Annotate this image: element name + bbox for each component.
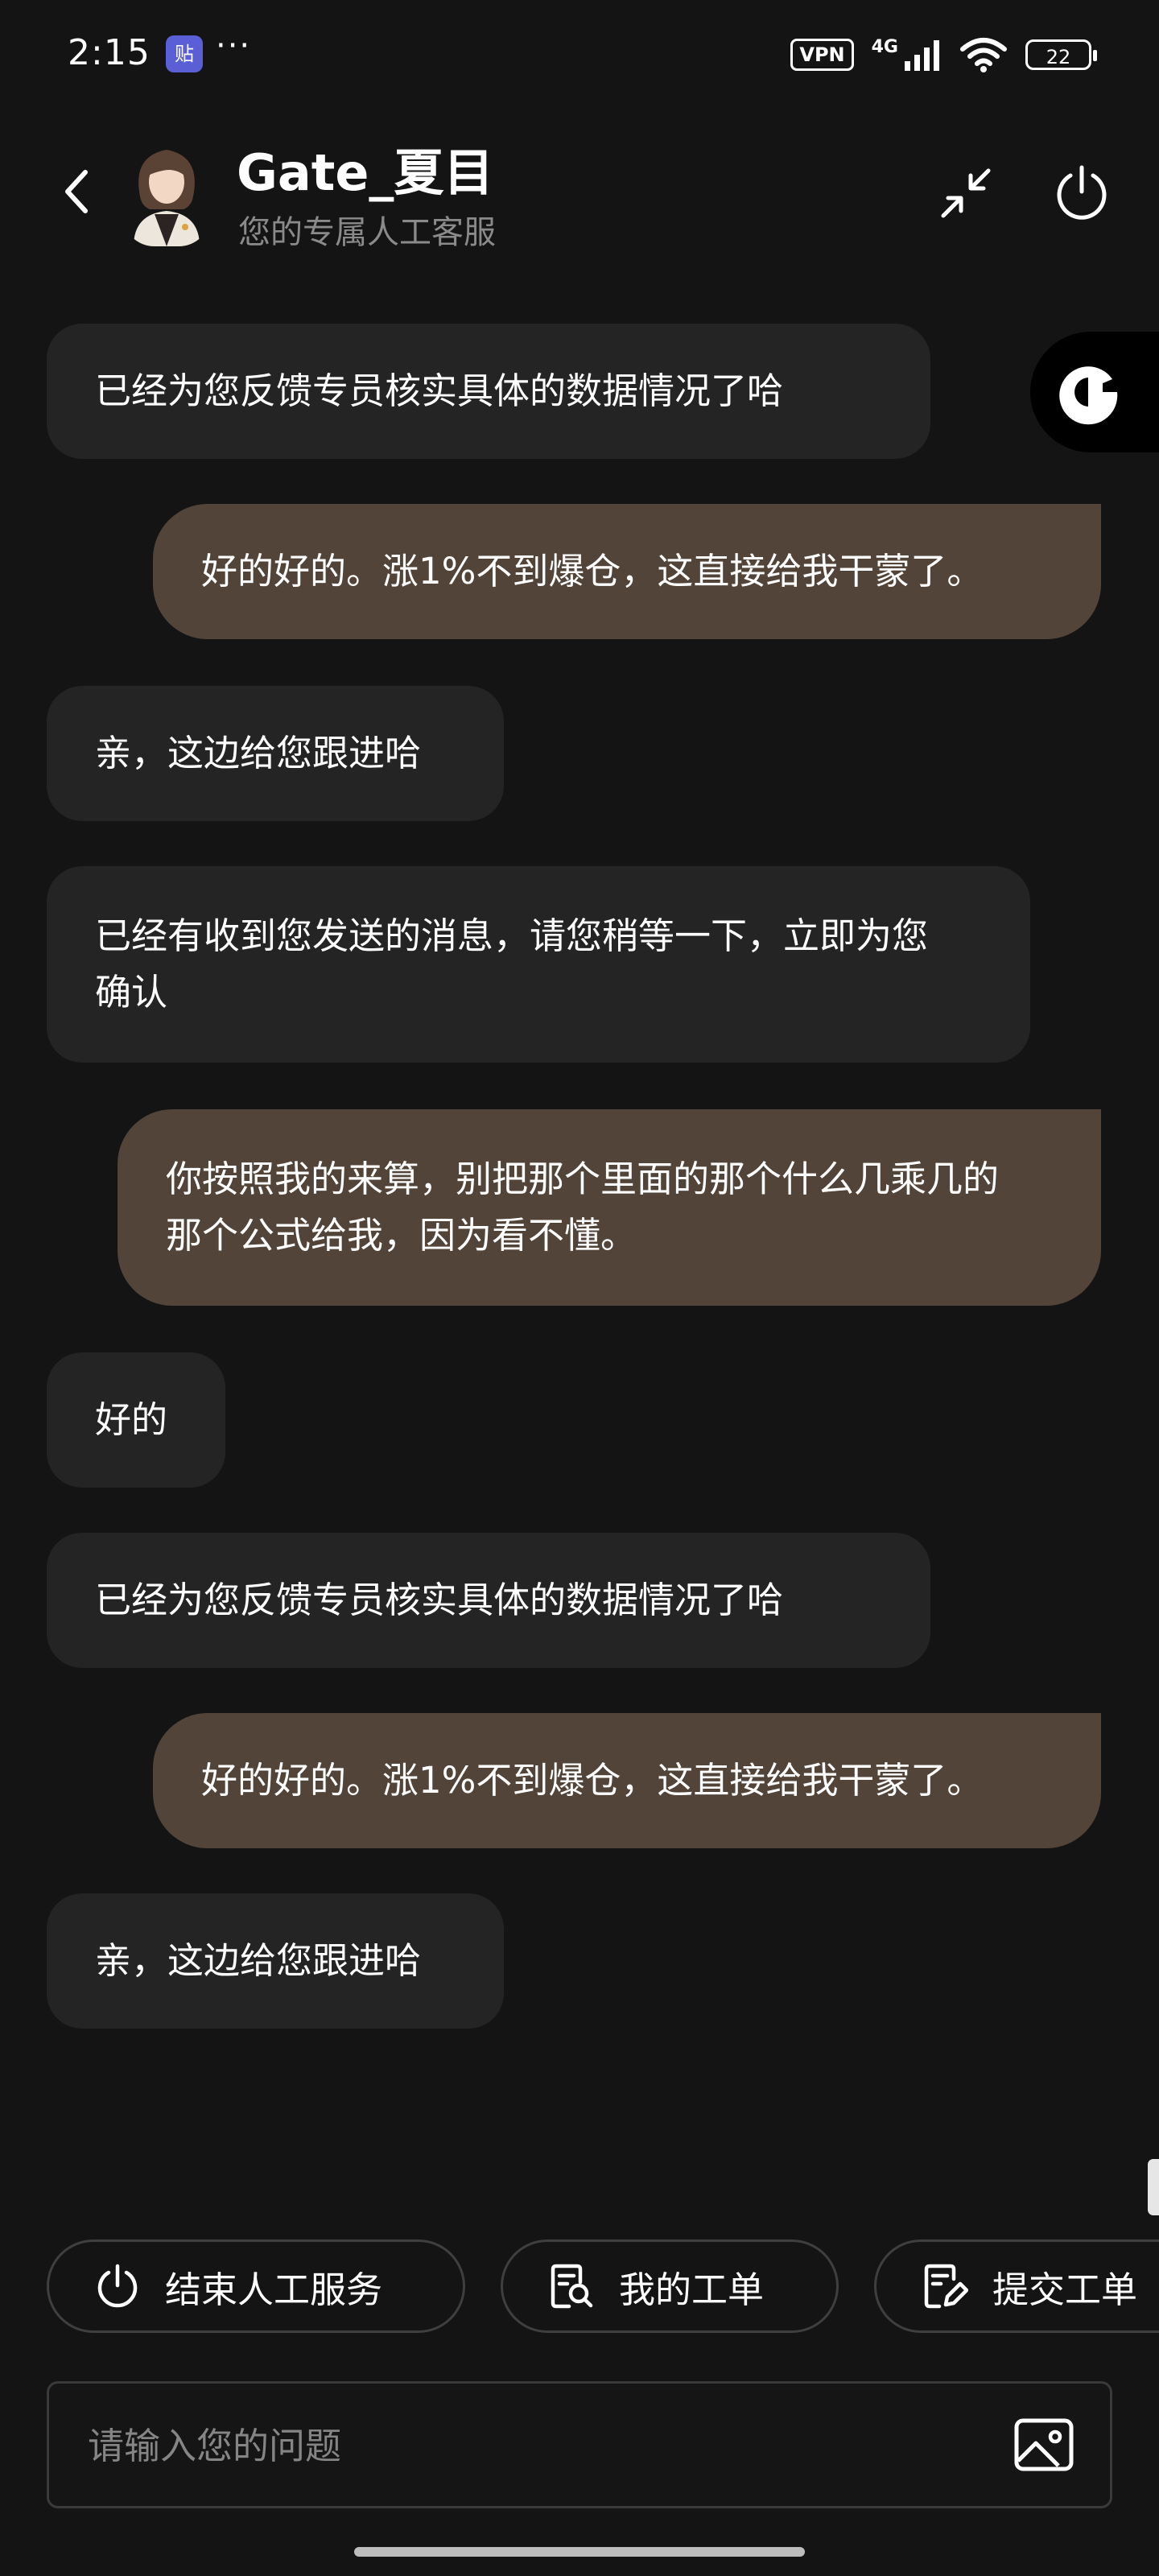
status-indicators: VPN 4G 22 xyxy=(790,32,1097,77)
power-icon xyxy=(97,2264,138,2308)
status-time: 2:15 xyxy=(68,32,151,73)
wifi-icon xyxy=(960,38,1007,72)
message-text: 亲，这边给您跟进哈 xyxy=(95,1939,422,1982)
button-label: 我的工单 xyxy=(619,2268,765,2311)
floating-assistant-button[interactable] xyxy=(1030,332,1159,452)
agent-message: 已经有收到您发送的消息，请您稍等一下，立即为您确认 xyxy=(47,866,1030,1063)
agent-subtitle: 您的专属人工客服 xyxy=(238,214,496,251)
message-text: 已经有收到您发送的消息，请您稍等一下，立即为您确认 xyxy=(95,914,929,1013)
button-label: 提交工单 xyxy=(992,2268,1138,2311)
battery-indicator: 22 xyxy=(1025,39,1097,70)
question-input[interactable] xyxy=(86,2384,975,2508)
minimize-icon[interactable] xyxy=(935,163,996,224)
home-indicator[interactable] xyxy=(354,2547,805,2557)
back-icon[interactable] xyxy=(58,159,97,224)
my-tickets-button[interactable]: 我的工单 xyxy=(501,2240,839,2333)
message-text: 你按照我的来算，别把那个里面的那个什么几乘几的那个公式给我，因为看不懂。 xyxy=(166,1158,1000,1257)
vpn-badge: VPN xyxy=(790,39,854,71)
message-text: 亲，这边给您跟进哈 xyxy=(95,732,422,774)
power-icon[interactable] xyxy=(1051,161,1112,222)
gate-logo-icon xyxy=(1059,366,1118,425)
edit-ticket-icon xyxy=(924,2264,968,2309)
end-human-service-button[interactable]: 结束人工服务 xyxy=(47,2240,465,2333)
image-upload-icon[interactable] xyxy=(1012,2413,1076,2477)
scrollbar-thumb[interactable] xyxy=(1148,2159,1159,2215)
message-text: 已经为您反馈专员核实具体的数据情况了哈 xyxy=(95,369,784,412)
network-type: 4G xyxy=(871,36,898,57)
agent-message: 已经为您反馈专员核实具体的数据情况了哈 xyxy=(47,1533,930,1668)
submit-ticket-button[interactable]: 提交工单 xyxy=(874,2240,1159,2333)
agent-message: 已经为您反馈专员核实具体的数据情况了哈 xyxy=(47,324,930,459)
button-label: 结束人工服务 xyxy=(165,2268,383,2311)
user-message: 好的好的。涨1%不到爆仓，这直接给我干蒙了。 xyxy=(153,1713,1101,1848)
ticket-search-icon xyxy=(551,2264,593,2309)
message-text: 已经为您反馈专员核实具体的数据情况了哈 xyxy=(95,1579,784,1621)
user-message: 好的好的。涨1%不到爆仓，这直接给我干蒙了。 xyxy=(153,504,1101,639)
more-notifications-icon: ··· xyxy=(216,27,252,64)
message-text: 好的 xyxy=(95,1398,168,1441)
message-text: 好的好的。涨1%不到爆仓，这直接给我干蒙了。 xyxy=(201,550,984,592)
agent-name: Gate_夏目 xyxy=(237,143,494,202)
chat-header: Gate_夏目 您的专属人工客服 xyxy=(0,121,1159,266)
user-message: 你按照我的来算，别把那个里面的那个什么几乘几的那个公式给我，因为看不懂。 xyxy=(118,1109,1101,1306)
agent-message: 亲，这边给您跟进哈 xyxy=(47,1893,504,2029)
notification-app-icon: 贴 xyxy=(166,35,203,72)
message-input-box xyxy=(47,2381,1112,2508)
message-text: 好的好的。涨1%不到爆仓，这直接给我干蒙了。 xyxy=(201,1759,984,1802)
agent-avatar xyxy=(122,140,211,246)
status-bar: 2:15 贴 ··· VPN 4G 22 xyxy=(0,0,1159,113)
agent-message: 好的 xyxy=(47,1352,225,1488)
agent-message: 亲，这边给您跟进哈 xyxy=(47,686,504,821)
signal-icon xyxy=(905,40,939,71)
